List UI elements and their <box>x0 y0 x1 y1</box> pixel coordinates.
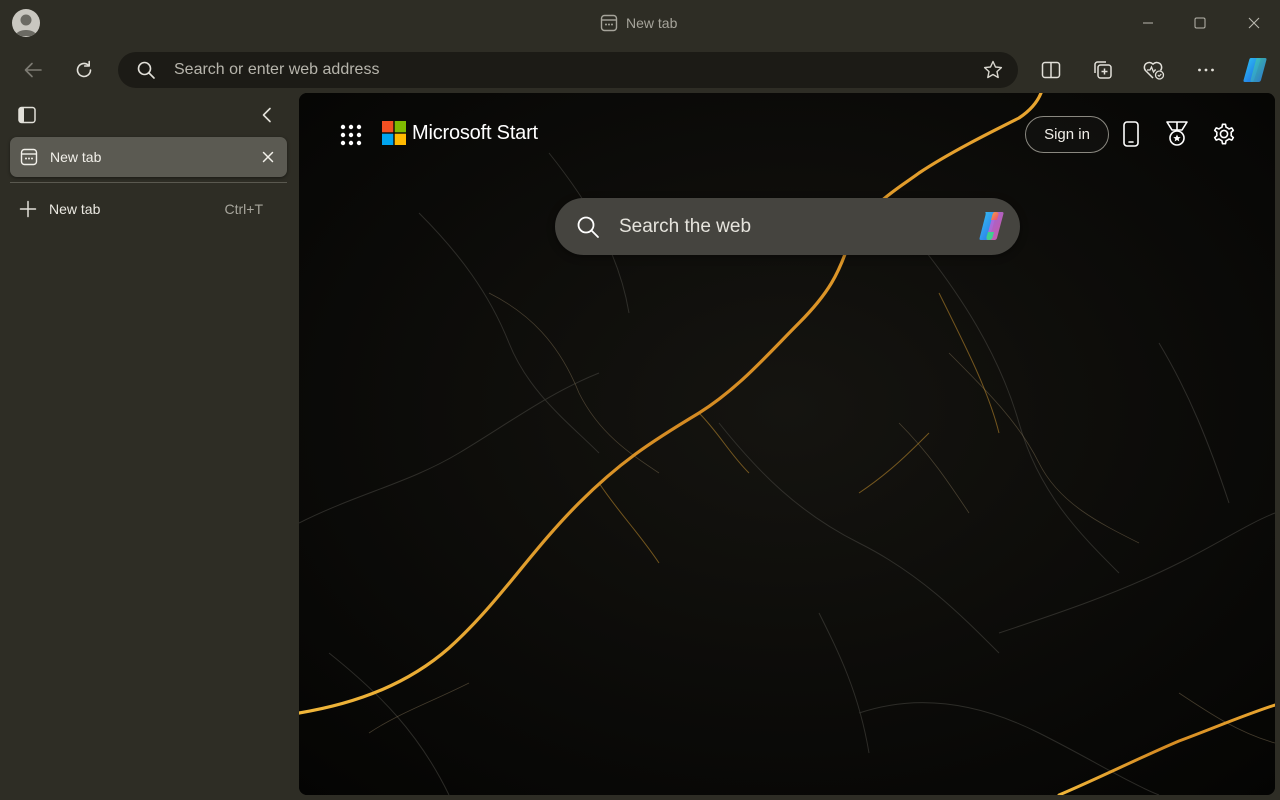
minimize-button[interactable] <box>1122 0 1174 46</box>
profile-avatar[interactable] <box>12 9 40 37</box>
tab-actions-button[interactable] <box>16 104 38 126</box>
split-screen-icon <box>1041 61 1061 79</box>
more-button[interactable] <box>1188 52 1224 88</box>
apps-grid-icon <box>340 124 362 146</box>
browser-essentials-button[interactable] <box>1136 52 1172 88</box>
settings-icon <box>1213 123 1235 145</box>
back-icon <box>24 62 42 78</box>
close-window-button[interactable] <box>1228 0 1280 46</box>
title-bar: New tab <box>0 0 1280 46</box>
person-icon <box>15 14 37 36</box>
web-search-input[interactable] <box>619 198 959 255</box>
collections-button[interactable] <box>1085 52 1121 88</box>
new-tab-shortcut: Ctrl+T <box>224 201 264 217</box>
brand-title[interactable]: Microsoft Start <box>412 122 538 145</box>
web-search-box[interactable] <box>555 198 1020 255</box>
vertical-tabs-sidebar: New tab New tab Ctrl+T <box>0 94 298 800</box>
phone-icon <box>1123 121 1139 147</box>
collections-icon <box>1094 61 1112 79</box>
address-bar[interactable] <box>118 52 1018 88</box>
more-icon <box>1198 68 1214 72</box>
favorite-star-icon[interactable] <box>982 59 1004 81</box>
new-tab-button[interactable]: New tab Ctrl+T <box>10 193 287 225</box>
maximize-button[interactable] <box>1174 0 1226 46</box>
close-tab-button[interactable] <box>257 146 279 168</box>
close-icon <box>262 151 274 163</box>
microsoft-logo-icon <box>382 121 406 145</box>
refresh-icon <box>76 60 92 78</box>
rewards-icon <box>1166 121 1188 146</box>
maximize-icon <box>1194 17 1206 29</box>
new-tab-page-icon <box>600 14 618 32</box>
new-tab-label: New tab <box>49 201 101 217</box>
sidebar-divider <box>10 182 287 183</box>
refresh-button[interactable] <box>66 52 102 88</box>
collapse-sidebar-button[interactable] <box>256 104 278 126</box>
browser-toolbar <box>0 46 1280 94</box>
address-input[interactable] <box>174 52 954 88</box>
split-screen-button[interactable] <box>1033 52 1069 88</box>
plus-icon <box>19 200 37 218</box>
new-tab-page: Microsoft Start Sign in <box>299 93 1275 795</box>
apps-launcher-button[interactable] <box>337 121 365 149</box>
new-tab-page-icon <box>20 148 38 166</box>
minimize-icon <box>1143 22 1153 24</box>
rewards-button[interactable] <box>1163 120 1191 148</box>
window-title: New tab <box>600 13 677 33</box>
copilot-icon <box>1243 58 1267 82</box>
chevron-left-icon <box>262 107 271 123</box>
phone-button[interactable] <box>1117 120 1145 148</box>
tab-actions-icon <box>18 106 36 124</box>
search-icon <box>137 61 155 79</box>
copilot-button[interactable] <box>1237 52 1273 88</box>
tab-label: New tab <box>50 149 102 165</box>
back-button[interactable] <box>15 52 51 88</box>
close-icon <box>1248 17 1260 29</box>
browser-essentials-icon <box>1143 61 1165 80</box>
search-icon <box>577 216 599 238</box>
window-title-text: New tab <box>626 15 678 31</box>
copilot-icon[interactable] <box>974 208 1010 244</box>
sign-in-button[interactable]: Sign in <box>1025 116 1109 153</box>
settings-button[interactable] <box>1210 120 1238 148</box>
tab-new-tab[interactable]: New tab <box>10 137 287 177</box>
